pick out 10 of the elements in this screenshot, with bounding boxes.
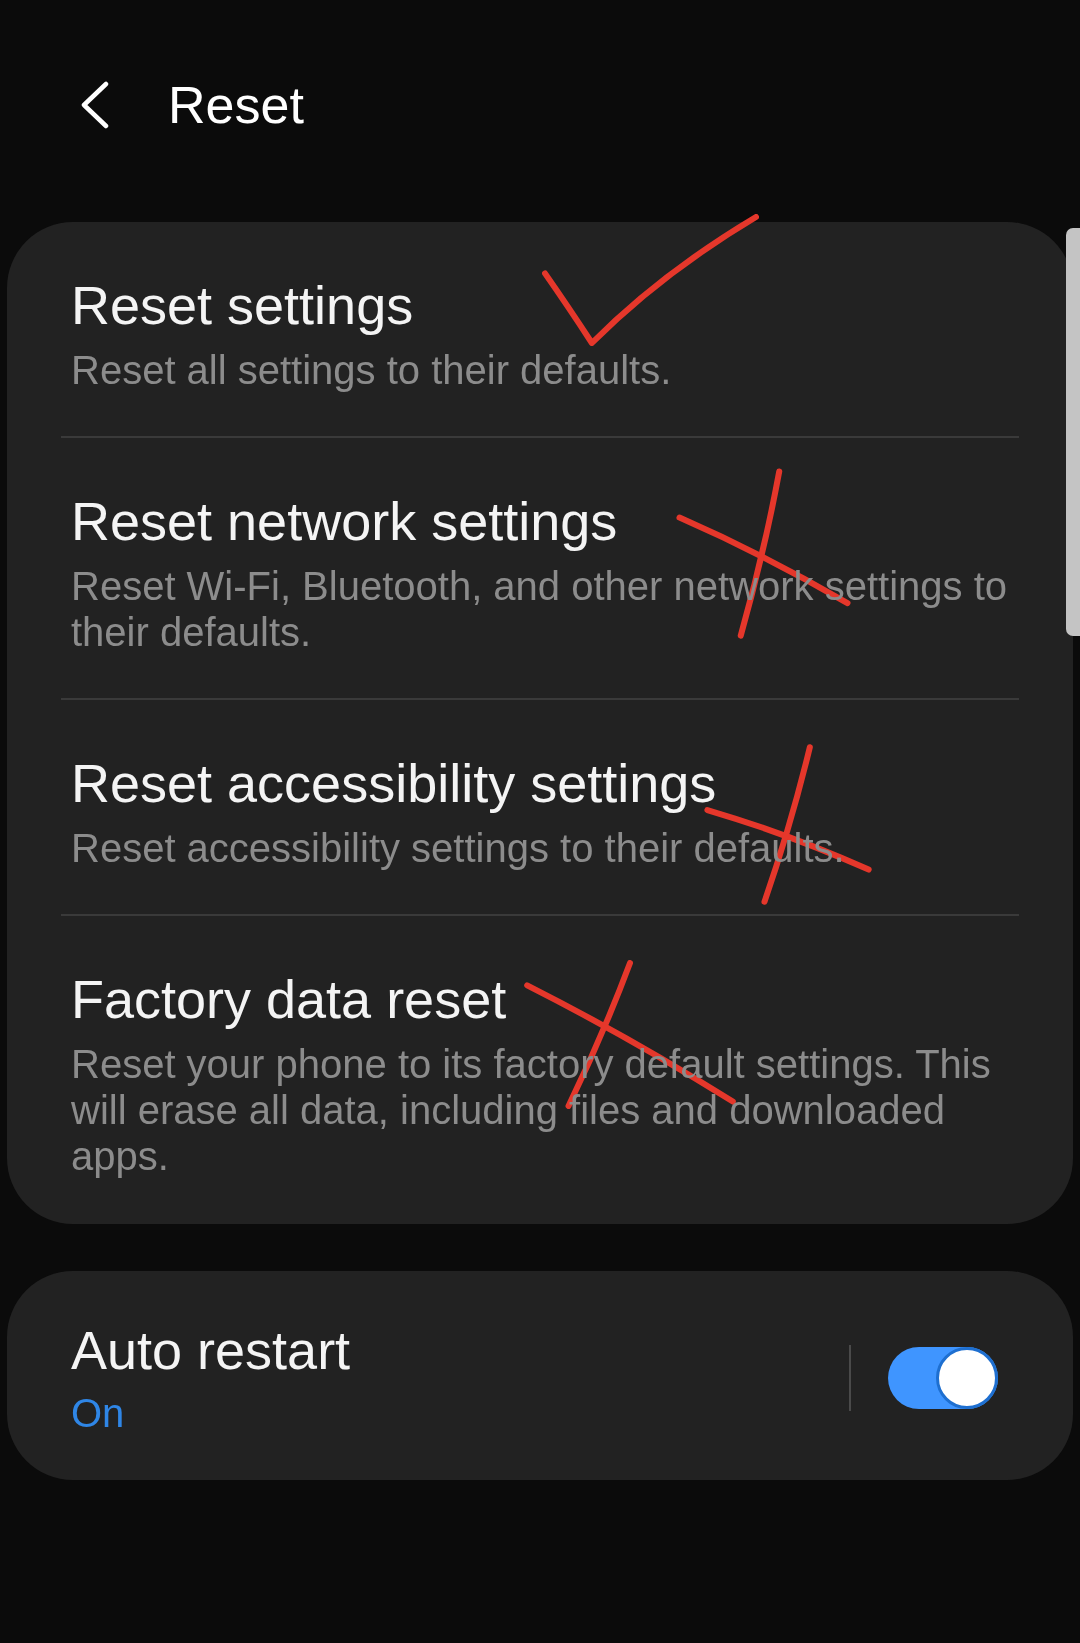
status-label: On [71, 1390, 125, 1436]
back-icon [80, 80, 110, 129]
page-title: Reset [168, 74, 304, 135]
back-button[interactable] [80, 80, 110, 129]
option-title[interactable]: Reset network settings [71, 490, 618, 552]
option-title[interactable]: Reset settings [71, 274, 414, 336]
option-description: Reset all settings to their defaults. [71, 347, 672, 393]
setting-title[interactable]: Auto restart [71, 1319, 351, 1381]
option-title[interactable]: Reset accessibility settings [71, 752, 717, 814]
option-title[interactable]: Factory data reset [71, 968, 507, 1030]
